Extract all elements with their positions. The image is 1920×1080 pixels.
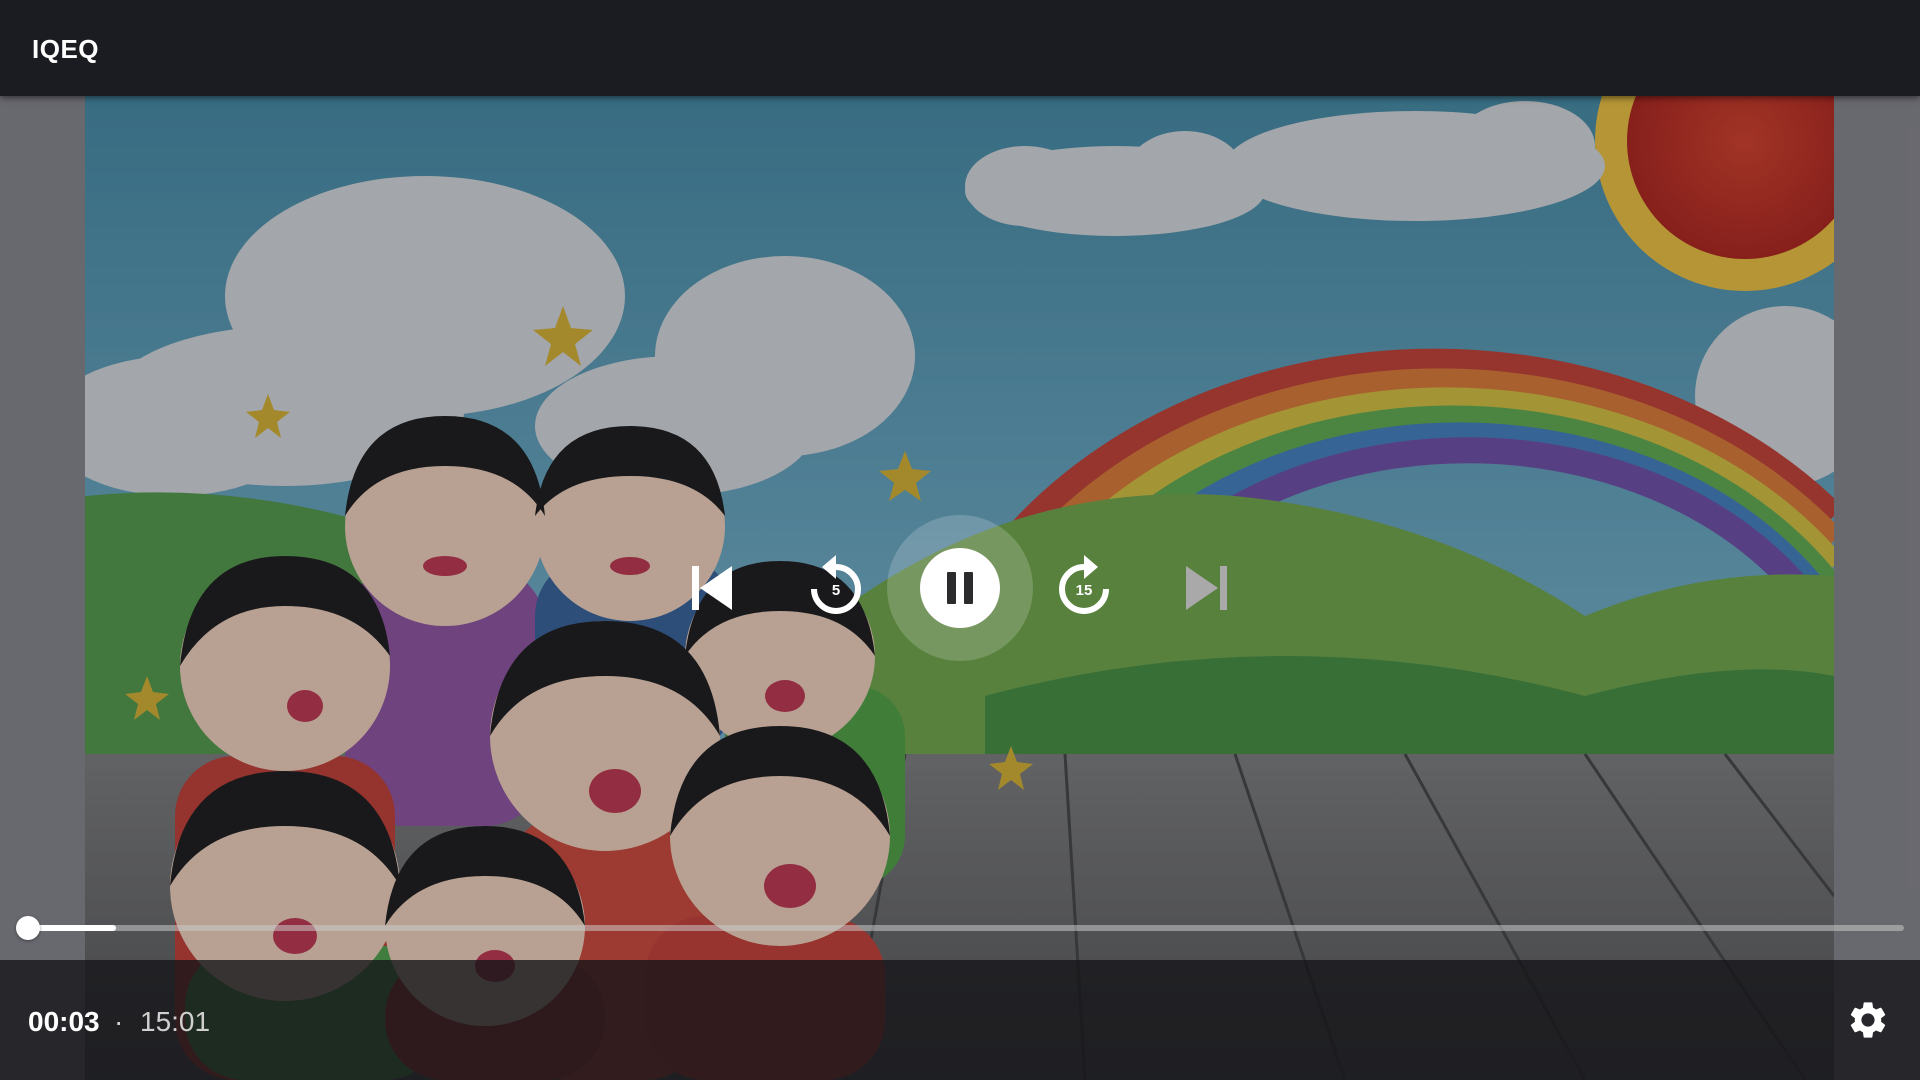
next-button[interactable] — [1178, 558, 1238, 618]
seek-bar-thumb[interactable] — [16, 916, 40, 940]
video-player-app: IQEQ 5 15 00:03 · 15:01 — [0, 0, 1920, 1080]
bottom-control-bar — [0, 960, 1920, 1080]
time-separator: · — [114, 1006, 124, 1037]
duration: 15:01 — [140, 1006, 211, 1037]
skip-next-icon — [1186, 566, 1227, 610]
skip-previous-icon — [692, 566, 732, 610]
rewind-button[interactable]: 5 — [803, 552, 869, 618]
settings-button[interactable] — [1846, 998, 1890, 1042]
replay-5-icon: 5 — [811, 555, 861, 614]
seek-bar[interactable] — [22, 925, 1904, 931]
app-title: IQEQ — [32, 34, 100, 64]
forward-15-icon: 15 — [1059, 555, 1109, 614]
top-app-bar: IQEQ — [0, 0, 1920, 96]
gear-icon — [1850, 1002, 1886, 1038]
previous-button[interactable] — [680, 558, 740, 618]
pause-icon — [947, 572, 973, 604]
rewind-seconds-label: 5 — [832, 582, 840, 599]
current-time: 00:03 — [28, 1006, 100, 1037]
pause-button[interactable] — [920, 548, 1000, 628]
forward-button[interactable]: 15 — [1051, 552, 1117, 618]
forward-seconds-label: 15 — [1076, 582, 1093, 599]
